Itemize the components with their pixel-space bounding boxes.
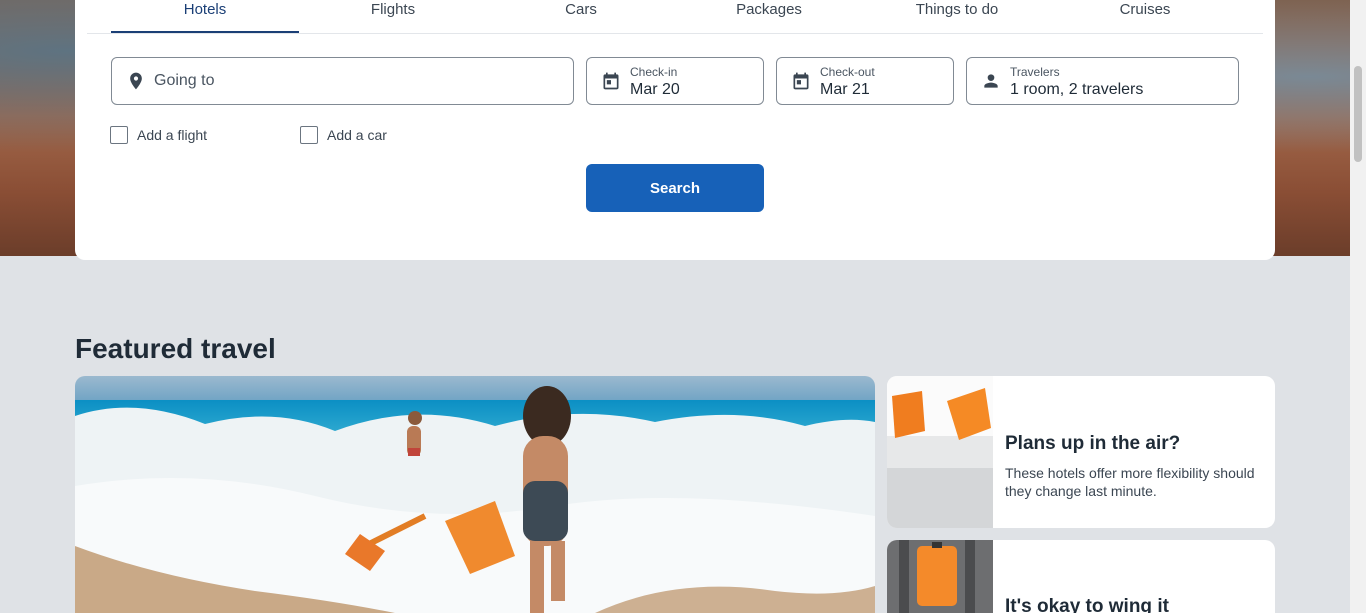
add-flight-checkbox[interactable]: Add a flight [110,126,207,144]
checkin-value: Mar 20 [630,81,680,98]
add-car-label: Add a car [327,127,387,143]
card-title: It's okay to wing it [1005,596,1169,613]
page-scrollbar[interactable] [1350,0,1366,613]
tab-things-to-do[interactable]: Things to do [863,0,1051,33]
featured-card[interactable]: It's okay to wing it [887,540,1275,613]
destination-placeholder: Going to [154,72,215,89]
scrollbar-thumb[interactable] [1354,66,1362,162]
search-button[interactable]: Search [586,164,764,212]
add-flight-label: Add a flight [137,127,208,143]
card-description: These hotels offer more flexibility shou… [1005,465,1255,499]
add-car-checkbox[interactable]: Add a car [300,126,387,144]
tab-flights[interactable]: Flights [299,0,487,33]
travelers-value: 1 room, 2 travelers [1010,81,1144,98]
tab-cruises[interactable]: Cruises [1051,0,1239,33]
checkout-label: Check-out [820,65,875,79]
suitcase-photo [887,540,993,613]
tab-hotels[interactable]: Hotels [111,0,299,33]
search-tabs: Hotels Flights Cars Packages Things to d… [87,0,1263,34]
travelers-label: Travelers [1010,65,1060,79]
person-icon [984,74,998,88]
search-panel: Hotels Flights Cars Packages Things to d… [75,0,1275,260]
checkout-value: Mar 21 [820,81,870,98]
checkin-label: Check-in [630,65,678,79]
location-pin-icon [130,72,142,90]
checkin-field[interactable]: Check-in Mar 20 [586,57,764,105]
suitcase-image [887,540,993,613]
travelers-field[interactable]: Travelers 1 room, 2 travelers [966,57,1239,105]
calendar-icon [603,72,619,90]
tab-cars[interactable]: Cars [487,0,675,33]
featured-beach-image[interactable] [75,376,875,613]
calendar-icon [793,72,809,90]
hotel-room-photo [887,376,993,528]
destination-input[interactable]: Going to [111,57,574,105]
checkbox-box[interactable] [110,126,128,144]
tab-packages[interactable]: Packages [675,0,863,33]
featured-travel-heading: Featured travel [75,333,276,364]
card-title: Plans up in the air? [1005,433,1181,454]
checkbox-box[interactable] [300,126,318,144]
checkout-field[interactable]: Check-out Mar 21 [776,57,954,105]
hotel-room-image [887,376,993,528]
featured-card[interactable]: Plans up in the air? These hotels offer … [887,376,1275,528]
beach-photo [75,376,875,613]
